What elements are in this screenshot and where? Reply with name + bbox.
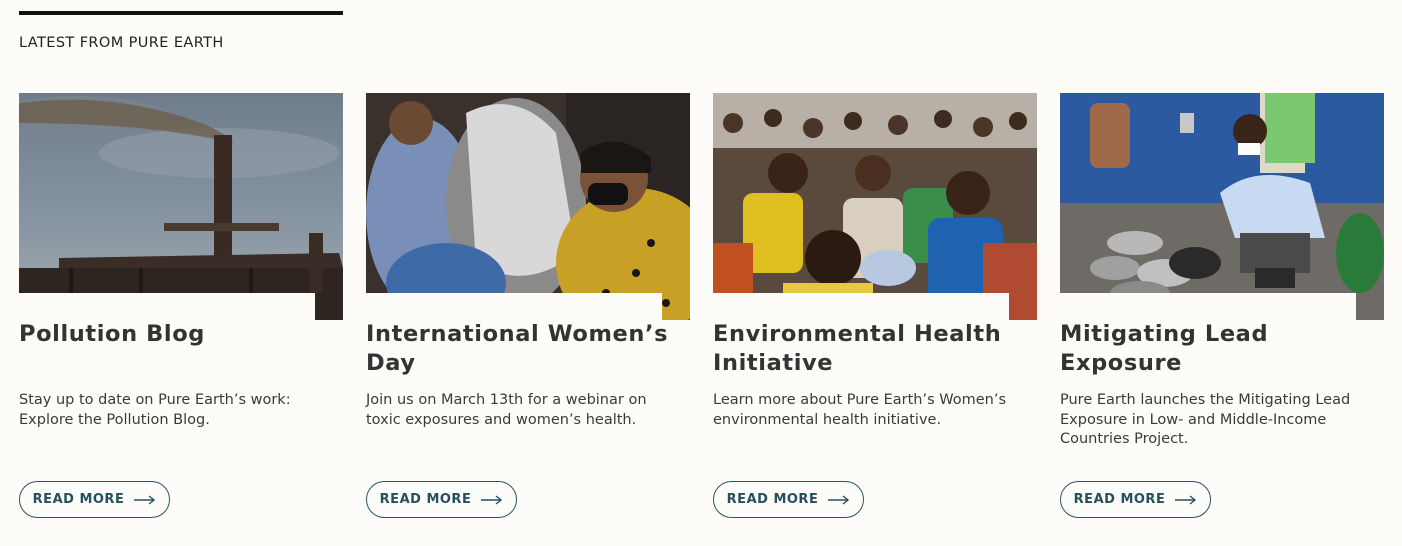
image-notch	[366, 293, 662, 320]
read-more-label: READ MORE	[1073, 492, 1166, 507]
news-card-pollution-blog: Pollution Blog Stay up to date on Pure E…	[19, 93, 343, 533]
cookware-testing-image[interactable]	[1060, 93, 1384, 320]
card-description: Join us on March 13th for a webinar on t…	[366, 392, 647, 428]
read-more-button[interactable]: READ MORE	[366, 481, 517, 518]
long-arrow-right-icon	[828, 494, 850, 505]
read-more-button[interactable]: READ MORE	[713, 481, 864, 518]
read-more-label: READ MORE	[32, 492, 125, 507]
long-arrow-right-icon	[481, 494, 503, 505]
card-description: Pure Earth launches the Mitigating Lead …	[1060, 392, 1351, 447]
news-card-womens-day: International Women’s Day Join us on Mar…	[366, 93, 690, 533]
read-more-button[interactable]: READ MORE	[19, 481, 170, 518]
card-title[interactable]: Pollution Blog	[19, 320, 343, 349]
card-title[interactable]: Environmental Health Initiative	[713, 320, 1037, 378]
news-card-environmental-health: Environmental Health Initiative Learn mo…	[713, 93, 1037, 533]
section-top-rule	[19, 11, 343, 15]
read-more-label: READ MORE	[726, 492, 819, 507]
latest-news-section: LATEST FROM PURE EARTH Pollution Blog St…	[0, 0, 1402, 546]
women-gathering-image[interactable]	[366, 93, 690, 320]
factory-smokestack-image[interactable]	[19, 93, 343, 320]
card-title[interactable]: International Women’s Day	[366, 320, 690, 378]
image-notch	[19, 293, 315, 320]
long-arrow-right-icon	[1175, 494, 1197, 505]
image-notch	[1060, 293, 1356, 320]
news-card-mitigating-lead: Mitigating Lead Exposure Pure Earth laun…	[1060, 93, 1384, 533]
long-arrow-right-icon	[134, 494, 156, 505]
community-meeting-image[interactable]	[713, 93, 1037, 320]
card-description: Learn more about Pure Earth’s Women’s en…	[713, 392, 1007, 428]
section-title: LATEST FROM PURE EARTH	[19, 35, 224, 51]
image-notch	[713, 293, 1009, 320]
read-more-button[interactable]: READ MORE	[1060, 481, 1211, 518]
card-description: Stay up to date on Pure Earth’s work: Ex…	[19, 392, 291, 428]
read-more-label: READ MORE	[379, 492, 472, 507]
card-title[interactable]: Mitigating Lead Exposure	[1060, 320, 1384, 378]
